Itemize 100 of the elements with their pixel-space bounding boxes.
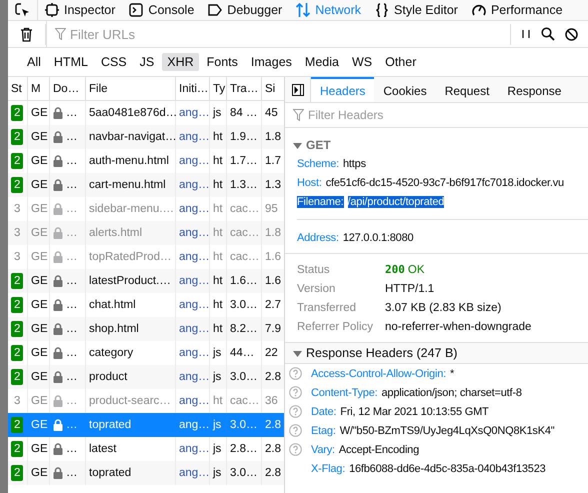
initiator-link[interactable]: ang… bbox=[179, 107, 210, 119]
toolbox-tab[interactable]: Performance bbox=[464, 0, 570, 20]
status-code: 3 bbox=[13, 250, 22, 265]
type-text: ht bbox=[213, 275, 223, 287]
type-filter-button[interactable]: CSS bbox=[96, 53, 132, 71]
method-text: GE bbox=[31, 155, 48, 167]
toolbox-tab[interactable]: Console bbox=[122, 0, 202, 20]
summary-value: no-referrer-when-downgrade bbox=[385, 320, 532, 332]
method-text: GE bbox=[31, 323, 48, 335]
type-text: js bbox=[213, 443, 222, 455]
transferred-text: 84 … bbox=[230, 107, 258, 119]
domain-text: … bbox=[66, 275, 78, 287]
curly-braces-icon bbox=[375, 3, 390, 17]
status-text: OK bbox=[408, 264, 424, 276]
initiator-link[interactable]: ang… bbox=[179, 131, 210, 143]
request-row[interactable]: 2 GE … latestProduct.… ang… ht 1.6… 1.6 bbox=[8, 269, 284, 293]
lock-icon bbox=[53, 179, 63, 191]
type-text: js bbox=[213, 347, 222, 359]
request-row[interactable]: 2 GE … cart-menu.html ang… ht 1.3… 1.3 bbox=[8, 173, 284, 197]
column-header[interactable]: Initi… bbox=[176, 77, 210, 100]
initiator-link[interactable]: ang… bbox=[179, 443, 210, 455]
initiator-link[interactable]: ang… bbox=[179, 179, 210, 191]
initiator-link[interactable]: ang… bbox=[179, 371, 210, 383]
initiator-link[interactable]: ang… bbox=[179, 155, 210, 167]
header-value: application/json; charset=utf-8 bbox=[382, 386, 522, 398]
field-value: /api/product/toprated bbox=[348, 196, 444, 208]
type-filter-button[interactable]: JS bbox=[134, 53, 160, 71]
filter-headers-field[interactable]: Filter Headers bbox=[308, 108, 588, 122]
initiator-link[interactable]: ang… bbox=[179, 323, 210, 335]
file-name: category bbox=[89, 347, 134, 359]
toolbox-tab[interactable]: Debugger bbox=[201, 0, 290, 20]
lock-icon bbox=[53, 227, 63, 239]
toolbox-tab[interactable]: Style Editor bbox=[368, 0, 465, 20]
lock-icon bbox=[53, 131, 63, 143]
domain-text: … bbox=[66, 227, 78, 239]
domain-text: … bbox=[66, 323, 78, 335]
initiator-link[interactable]: ang… bbox=[179, 227, 210, 239]
domain-text: … bbox=[66, 395, 78, 407]
method-text: GE bbox=[31, 275, 48, 287]
request-row[interactable]: 2 GE … toprated ang… js 3.0… 2.8 bbox=[8, 461, 284, 485]
search-icon[interactable] bbox=[541, 27, 555, 41]
column-header[interactable]: Do… bbox=[50, 77, 86, 100]
status-code: 2 bbox=[11, 129, 24, 145]
type-filter-button[interactable]: XHR bbox=[162, 53, 199, 71]
file-name: topRatedProd… bbox=[89, 251, 172, 263]
column-header[interactable]: File bbox=[86, 77, 176, 100]
request-row[interactable]: 2 GE … product ang… js 3.0… 2.8 bbox=[8, 365, 284, 389]
initiator-link[interactable]: ang… bbox=[179, 203, 210, 215]
section-header[interactable]: Response Headers (247 B) bbox=[285, 342, 588, 364]
initiator-link[interactable]: ang… bbox=[179, 275, 210, 287]
type-filter-button[interactable]: Other bbox=[380, 53, 422, 71]
size-text: 22 bbox=[265, 347, 278, 359]
file-name: latest bbox=[89, 443, 116, 455]
size-text: 2.7 bbox=[265, 299, 281, 311]
status-code: 2 bbox=[11, 273, 24, 289]
column-header[interactable]: St bbox=[8, 77, 28, 100]
type-filter-button[interactable]: Media bbox=[300, 53, 344, 71]
initiator-link[interactable]: ang… bbox=[179, 467, 210, 479]
caret-icon[interactable] bbox=[293, 140, 302, 150]
initiator-link[interactable]: ang… bbox=[179, 347, 210, 359]
method-text: GE bbox=[31, 443, 48, 455]
field-label: Address: bbox=[297, 232, 339, 244]
size-text: 1.6 bbox=[265, 251, 281, 263]
type-text: ht bbox=[213, 227, 223, 239]
initiator-link[interactable]: ang… bbox=[179, 299, 210, 311]
pause-icon[interactable] bbox=[521, 29, 531, 39]
initiator-link[interactable]: ang… bbox=[179, 251, 210, 263]
type-filter-button[interactable]: HTML bbox=[48, 53, 93, 71]
gauge-icon bbox=[472, 3, 486, 17]
domain-text: … bbox=[66, 467, 78, 479]
request-row[interactable]: 3 GE … alerts.html ang… ht cac… 1.8 bbox=[8, 221, 284, 245]
filter-urls-field[interactable]: Filter URLs bbox=[70, 26, 510, 42]
console-icon bbox=[129, 3, 144, 17]
header-value: 16fb6088-dd6e-4d5c-835a-040b43f13523 bbox=[349, 462, 546, 474]
type-filter-button[interactable]: WS bbox=[346, 53, 378, 71]
status-code: 2 bbox=[11, 177, 24, 193]
type-text: js bbox=[213, 419, 222, 431]
column-header[interactable]: M bbox=[28, 77, 50, 100]
size-text: 1.8 bbox=[265, 227, 281, 239]
type-filter-button[interactable]: Images bbox=[246, 53, 297, 71]
type-filter-button[interactable]: All bbox=[22, 53, 46, 71]
details-tab[interactable]: Response bbox=[498, 77, 570, 102]
details-tab[interactable]: Headers bbox=[311, 77, 374, 102]
file-name: alerts.html bbox=[89, 227, 142, 239]
request-row[interactable]: 2 GE … shop.html ang… ht 8.2… 7.9 bbox=[8, 317, 284, 341]
transferred-text: 3.0… bbox=[230, 467, 258, 479]
initiator-link[interactable]: ang… bbox=[179, 395, 210, 407]
type-filter-button[interactable]: Fonts bbox=[202, 53, 243, 71]
block-icon[interactable] bbox=[565, 28, 578, 40]
request-row[interactable]: 2 GE … navbar-navigat… ang… ht 1.9… 1.8 bbox=[8, 125, 284, 149]
column-header[interactable]: Ty bbox=[210, 77, 227, 100]
details-tab[interactable]: Cookies bbox=[374, 77, 436, 102]
request-row[interactable]: 2 GE … toprated ang… js 3.0… 2.8 bbox=[8, 413, 284, 437]
initiator-link[interactable]: ang… bbox=[179, 419, 210, 431]
caret-icon[interactable] bbox=[293, 348, 302, 358]
column-header[interactable]: Tra… bbox=[227, 77, 262, 100]
toolbox-tab[interactable]: Inspector bbox=[38, 0, 122, 20]
file-name: auth-menu.html bbox=[89, 155, 169, 167]
file-name: cart-menu.html bbox=[89, 179, 166, 191]
details-tab[interactable]: Request bbox=[436, 77, 498, 102]
